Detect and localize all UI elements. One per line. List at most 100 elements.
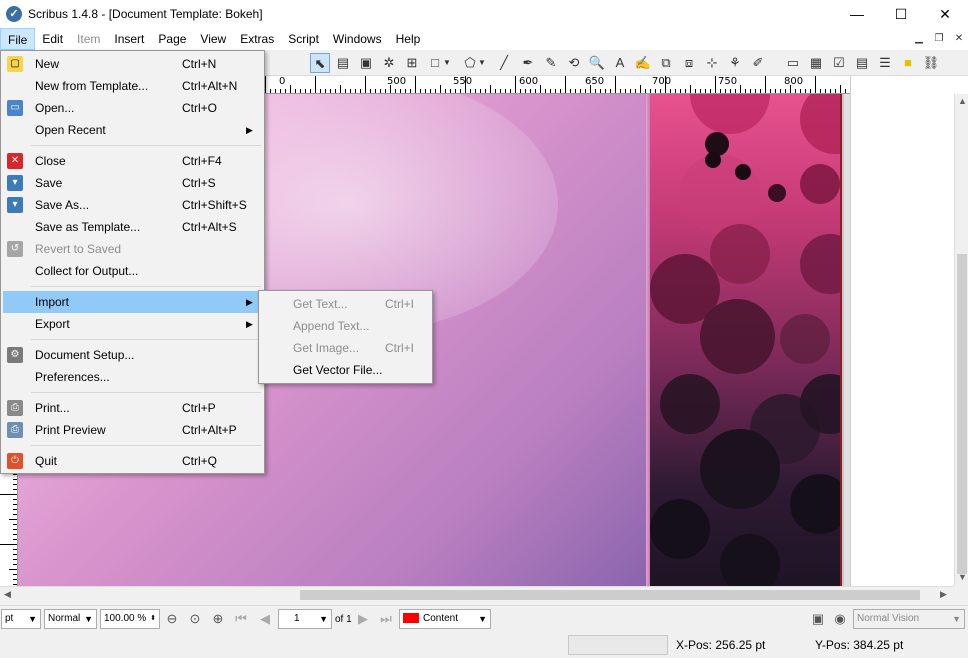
next-page-icon[interactable]: ▶ (354, 610, 372, 628)
menu-script[interactable]: Script (281, 28, 326, 50)
zoom-in-icon[interactable]: ⊕ (209, 610, 227, 628)
pdf-text-field-icon[interactable]: ▦ (806, 53, 826, 73)
page-select[interactable]: 1 ▼ (278, 609, 332, 629)
pdf-checkbox-icon[interactable]: ☑ (829, 53, 849, 73)
menu-item-get-vector-file[interactable]: Get Vector File... (261, 359, 430, 381)
menu-insert[interactable]: Insert (107, 28, 151, 50)
ruler-tick (825, 89, 826, 93)
menu-item-revert-to-saved[interactable]: ↺ Revert to Saved (3, 238, 262, 260)
menu-item-print[interactable]: ⎙ Print... Ctrl+P (3, 397, 262, 419)
status-bar: X-Pos: 256.25 pt Y-Pos: 384.25 pt (0, 632, 968, 658)
visual-appearance-icon[interactable]: ◉ (831, 610, 849, 628)
menu-label: New (35, 57, 60, 71)
menu-item-open-recent[interactable]: Open Recent ▶ (3, 119, 262, 141)
text-frame-tool-icon[interactable]: ▤ (333, 53, 353, 73)
menu-item[interactable]: Item (70, 28, 107, 50)
menu-item-get-image[interactable]: Get Image... Ctrl+I (261, 337, 430, 359)
menu-item-append-text[interactable]: Append Text... (261, 315, 430, 337)
menu-item-collect-for-output[interactable]: Collect for Output... (3, 260, 262, 282)
shape-dropdown-icon[interactable]: ▼ (442, 53, 452, 73)
maximize-button[interactable]: ☐ (878, 0, 924, 28)
copy-properties-tool-icon[interactable]: ⚘ (725, 53, 745, 73)
menu-item-preferences[interactable]: Preferences... (3, 366, 262, 388)
previous-page-icon[interactable]: ◀ (256, 610, 274, 628)
horizontal-scrollbar[interactable]: ◀ ▶ (0, 586, 954, 603)
ruler-tick (13, 554, 17, 555)
menu-item-print-preview[interactable]: ⎙ Print Preview Ctrl+Alt+P (3, 419, 262, 441)
menu-windows[interactable]: Windows (326, 28, 389, 50)
image-frame-tool-icon[interactable]: ▣ (356, 53, 376, 73)
freehand-tool-icon[interactable]: ✎ (541, 53, 561, 73)
menu-help[interactable]: Help (389, 28, 428, 50)
polygon-dropdown-icon[interactable]: ▼ (477, 53, 487, 73)
eyedropper-tool-icon[interactable]: ✐ (748, 53, 768, 73)
zoom-100-icon[interactable]: ⊙ (186, 610, 204, 628)
menu-item-save-as-template[interactable]: Save as Template... Ctrl+Alt+S (3, 216, 262, 238)
ruler-tick (805, 89, 806, 93)
link-annotation-icon[interactable]: ⛓ (921, 53, 941, 73)
menu-item-close[interactable]: ✕ Close Ctrl+F4 (3, 150, 262, 172)
pdf-list-box-icon[interactable]: ☰ (875, 53, 895, 73)
scroll-thumb[interactable] (300, 590, 920, 600)
measure-tool-icon[interactable]: ⊹ (702, 53, 722, 73)
last-page-icon[interactable]: ⏭ (377, 610, 395, 628)
rotate-tool-icon[interactable]: ⟲ (564, 53, 584, 73)
first-page-icon[interactable]: ⏮ (232, 610, 250, 628)
bezier-tool-icon[interactable]: ✒ (518, 53, 538, 73)
menu-view[interactable]: View (193, 28, 233, 50)
preview-mode-icon[interactable]: ▣ (809, 610, 827, 628)
ruler-tick (615, 76, 616, 93)
zoom-tool-icon[interactable]: 🔍 (587, 53, 607, 73)
menu-item-new[interactable]: ▢ New Ctrl+N (3, 53, 262, 75)
vision-select[interactable]: Normal Vision ▼ (853, 609, 965, 629)
minimize-button[interactable]: — (834, 0, 880, 28)
save-as-icon: ▾ (7, 197, 23, 213)
image-mode-select[interactable]: Normal ▼ (44, 609, 97, 629)
ruler-tick (9, 519, 17, 520)
menu-item-new-from-template[interactable]: New from Template... Ctrl+Alt+N (3, 75, 262, 97)
text-annotation-icon[interactable]: ■ (898, 53, 918, 73)
menu-item-get-text[interactable]: Get Text... Ctrl+I (261, 293, 430, 315)
render-frame-tool-icon[interactable]: ✲ (379, 53, 399, 73)
menu-item-export[interactable]: Export ▶ (3, 313, 262, 335)
scroll-thumb[interactable] (957, 254, 967, 574)
menu-shortcut: Ctrl+F4 (182, 154, 222, 168)
menu-item-save[interactable]: ▾ Save Ctrl+S (3, 172, 262, 194)
menu-item-save-as[interactable]: ▾ Save As... Ctrl+Shift+S (3, 194, 262, 216)
scroll-right-icon[interactable]: ▶ (940, 589, 947, 600)
edit-text-tool-icon[interactable]: A (610, 53, 630, 73)
select-tool-icon[interactable]: ⬉ (310, 53, 330, 73)
unlink-frames-tool-icon[interactable]: ⧈ (679, 53, 699, 73)
horizontal-ruler[interactable]: 0 500 550 600 650 700 750 800 (265, 76, 850, 94)
edit-story-tool-icon[interactable]: ✍ (633, 53, 653, 73)
submenu-arrow-icon: ▶ (246, 297, 253, 307)
zoom-out-icon[interactable]: ⊖ (163, 610, 181, 628)
vertical-scrollbar[interactable]: ▲ ▼ (954, 94, 968, 586)
mdi-restore-button[interactable]: ❐ (930, 31, 948, 47)
link-frames-tool-icon[interactable]: ⧉ (656, 53, 676, 73)
table-tool-icon[interactable]: ⊞ (402, 53, 422, 73)
menu-item-quit[interactable]: ⏻ Quit Ctrl+Q (3, 450, 262, 472)
scroll-left-icon[interactable]: ◀ (4, 589, 11, 600)
zoom-input[interactable]: 100.00 % ⬍ (100, 609, 160, 629)
menu-page[interactable]: Page (151, 28, 193, 50)
menu-item-import[interactable]: Import ▶ (3, 291, 262, 313)
bokeh-image-frame[interactable] (650, 94, 850, 586)
new-document-icon: ▢ (7, 56, 23, 72)
menu-item-document-setup[interactable]: ⚙ Document Setup... (3, 344, 262, 366)
bokeh-bubble (700, 429, 780, 509)
pdf-push-button-icon[interactable]: ▭ (783, 53, 803, 73)
close-window-button[interactable]: ✕ (922, 0, 968, 28)
menu-item-open[interactable]: ▭ Open... Ctrl+O (3, 97, 262, 119)
menu-extras[interactable]: Extras (233, 28, 281, 50)
menu-edit[interactable]: Edit (35, 28, 70, 50)
unit-select[interactable]: pt ▼ (1, 609, 41, 629)
scroll-down-icon[interactable]: ▼ (958, 572, 967, 582)
menu-file[interactable]: File (0, 28, 36, 50)
layer-select[interactable]: Content ▼ (399, 609, 491, 629)
line-tool-icon[interactable]: ╱ (494, 53, 514, 73)
mdi-minimize-button[interactable]: ▁ (910, 31, 928, 47)
mdi-close-button[interactable]: ✕ (950, 31, 968, 47)
pdf-combo-box-icon[interactable]: ▤ (852, 53, 872, 73)
scroll-up-icon[interactable]: ▲ (958, 96, 967, 106)
